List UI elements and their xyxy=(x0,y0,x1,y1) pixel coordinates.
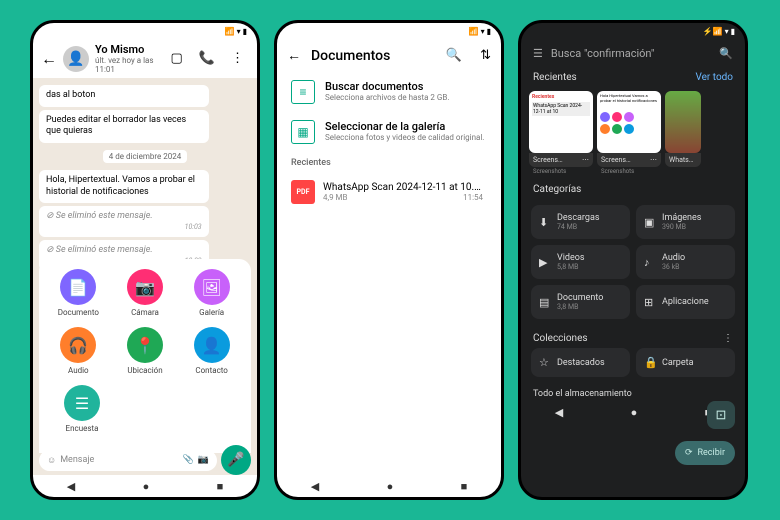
nav-back-icon[interactable]: ◀ xyxy=(311,480,319,493)
attach-encuesta[interactable]: ☰Encuesta xyxy=(57,385,107,433)
thumbnail-item[interactable]: Hola Hipertextual Vamos a probar el hist… xyxy=(597,91,661,176)
cat-audio[interactable]: ♪Audio36 kB xyxy=(636,245,735,279)
attach-galeria[interactable]: 🖼Galería xyxy=(187,269,237,317)
input-bar: ☺ Mensaje 📎 📷 🎤 xyxy=(39,445,251,475)
avatar[interactable]: 👤 xyxy=(63,46,89,72)
status-bar: ⚡📶 ▾ ▮ xyxy=(521,23,745,39)
phone-documents-picker: 📶 ▾ ▮ ← Documentos 🔍 ⇅ ≡ Buscar document… xyxy=(274,20,504,500)
back-icon[interactable]: ← xyxy=(41,49,57,69)
nav-recent-icon[interactable]: ■ xyxy=(217,480,224,493)
back-icon[interactable]: ← xyxy=(287,47,301,64)
star-icon: ☆ xyxy=(539,356,551,369)
col-destacados[interactable]: ☆Destacados xyxy=(531,348,630,377)
categories-grid: ⬇Descargas74 MB ▣Imágenes390 MB ▶Videos5… xyxy=(521,199,745,325)
file-item[interactable]: PDF WhatsApp Scan 2024-12-11 at 10.… 4,9… xyxy=(277,174,501,210)
thumbnail-item[interactable]: RecientesWhatsApp Scan 2024-12-11 at 10 … xyxy=(529,91,593,176)
search-icon[interactable]: 🔍 xyxy=(446,48,462,63)
more-icon[interactable]: ⋯ xyxy=(582,156,589,164)
attach-audio[interactable]: 🎧Audio xyxy=(53,327,103,375)
attach-icon[interactable]: 📎 xyxy=(183,455,194,465)
search-bar[interactable]: ☰ Busca "confirmación" 🔍 xyxy=(521,39,745,68)
more-icon[interactable]: ⋮ xyxy=(226,51,249,66)
nav-back-icon[interactable]: ◀ xyxy=(67,480,75,493)
more-icon[interactable]: ⋯ xyxy=(650,156,657,164)
doc-search-icon: ≡ xyxy=(291,80,315,104)
video-icon: ▶ xyxy=(539,256,551,269)
android-navbar: ◀ ● ■ xyxy=(277,475,501,497)
nav-back-icon[interactable]: ◀ xyxy=(555,406,563,419)
status-bar: 📶 ▾ ▮ xyxy=(33,23,257,39)
cat-imagenes[interactable]: ▣Imágenes390 MB xyxy=(636,205,735,239)
attach-camara[interactable]: 📷Cámara xyxy=(120,269,170,317)
see-all-link[interactable]: Ver todo xyxy=(695,72,733,83)
voice-call-icon[interactable]: 📞 xyxy=(194,51,220,66)
download-icon: ⬇ xyxy=(539,216,551,229)
message-bubble[interactable]: Puedes editar el borrador las veces que … xyxy=(39,110,209,143)
message-bubble[interactable]: das al boton xyxy=(39,85,209,107)
image-icon: ▣ xyxy=(644,216,656,229)
receive-fab[interactable]: ⟳Recibir xyxy=(675,441,735,465)
cat-descargas[interactable]: ⬇Descargas74 MB xyxy=(531,205,630,239)
recent-thumbnails: RecientesWhatsApp Scan 2024-12-11 at 10 … xyxy=(521,87,745,180)
cat-videos[interactable]: ▶Videos5,8 MB xyxy=(531,245,630,279)
search-icon[interactable]: 🔍 xyxy=(719,47,733,60)
more-icon[interactable]: ⋮ xyxy=(723,333,733,344)
lock-icon: 🔒 xyxy=(644,356,656,369)
nav-home-icon[interactable]: ● xyxy=(143,480,150,493)
video-call-icon[interactable]: ▢ xyxy=(166,51,188,66)
chat-header: ← 👤 Yo Mismo últ. vez hoy a las 11:01 ▢ … xyxy=(33,39,257,78)
attach-documento[interactable]: 📄Documento xyxy=(53,269,103,317)
page-title: Documentos xyxy=(311,48,436,64)
nav-home-icon[interactable]: ● xyxy=(631,406,638,419)
cat-documento[interactable]: ▤Documento3,8 MB xyxy=(531,285,630,319)
collections-grid: ☆Destacados 🔒Carpeta xyxy=(521,348,745,383)
message-input[interactable]: ☺ Mensaje 📎 📷 xyxy=(39,450,217,471)
gallery-icon: ▦ xyxy=(291,120,315,144)
last-seen: últ. vez hoy a las 11:01 xyxy=(95,56,160,74)
docs-header: ← Documentos 🔍 ⇅ xyxy=(277,39,501,72)
filter-icon[interactable]: ⇅ xyxy=(480,48,491,63)
attach-contacto[interactable]: 👤Contacto xyxy=(187,327,237,375)
nav-home-icon[interactable]: ● xyxy=(387,480,394,493)
nav-recent-icon[interactable]: ■ xyxy=(461,480,468,493)
recent-header: Recientes xyxy=(277,152,501,174)
menu-icon[interactable]: ☰ xyxy=(533,47,543,60)
phone-whatsapp-chat: 📶 ▾ ▮ ← 👤 Yo Mismo últ. vez hoy a las 11… xyxy=(30,20,260,500)
attach-ubicacion[interactable]: 📍Ubicación xyxy=(120,327,170,375)
emoji-icon[interactable]: ☺ xyxy=(47,455,56,466)
col-carpeta[interactable]: 🔒Carpeta xyxy=(636,348,735,377)
option-gallery[interactable]: ▦ Seleccionar de la galeríaSelecciona fo… xyxy=(277,112,501,152)
apps-icon: ⊞ xyxy=(644,296,656,309)
attachment-sheet: 📄Documento 📷Cámara 🖼Galería 🎧Audio 📍Ubic… xyxy=(39,259,251,453)
mic-button[interactable]: 🎤 xyxy=(221,445,251,475)
deleted-message: ⊘ Se eliminó este mensaje.10:03 xyxy=(39,206,209,237)
doc-icon: ▤ xyxy=(539,296,551,309)
collections-header: Colecciones⋮ xyxy=(521,325,745,348)
status-bar: 📶 ▾ ▮ xyxy=(277,23,501,39)
date-separator: 4 de diciembre 2024 xyxy=(103,150,187,163)
categories-header: Categorías xyxy=(521,180,745,199)
cat-aplicaciones[interactable]: ⊞Aplicacione xyxy=(636,285,735,319)
recent-header: Recientes Ver todo xyxy=(521,68,745,87)
option-search-docs[interactable]: ≡ Buscar documentosSelecciona archivos d… xyxy=(277,72,501,112)
receive-icon: ⟳ xyxy=(685,448,693,458)
thumbnail-item[interactable]: Whats… xyxy=(665,91,701,176)
all-storage-label: Todo el almacenamiento xyxy=(521,383,745,401)
contact-name[interactable]: Yo Mismo xyxy=(95,43,160,56)
scan-fab[interactable]: ⊡ xyxy=(707,401,735,429)
audio-icon: ♪ xyxy=(644,256,656,269)
pdf-icon: PDF xyxy=(291,180,315,204)
camera-icon[interactable]: 📷 xyxy=(198,455,209,465)
phone-files-app: ⚡📶 ▾ ▮ ☰ Busca "confirmación" 🔍 Reciente… xyxy=(518,20,748,500)
message-bubble[interactable]: Hola, Hipertextual. Vamos a probar el hi… xyxy=(39,170,209,203)
android-navbar: ◀ ● ■ xyxy=(33,475,257,497)
